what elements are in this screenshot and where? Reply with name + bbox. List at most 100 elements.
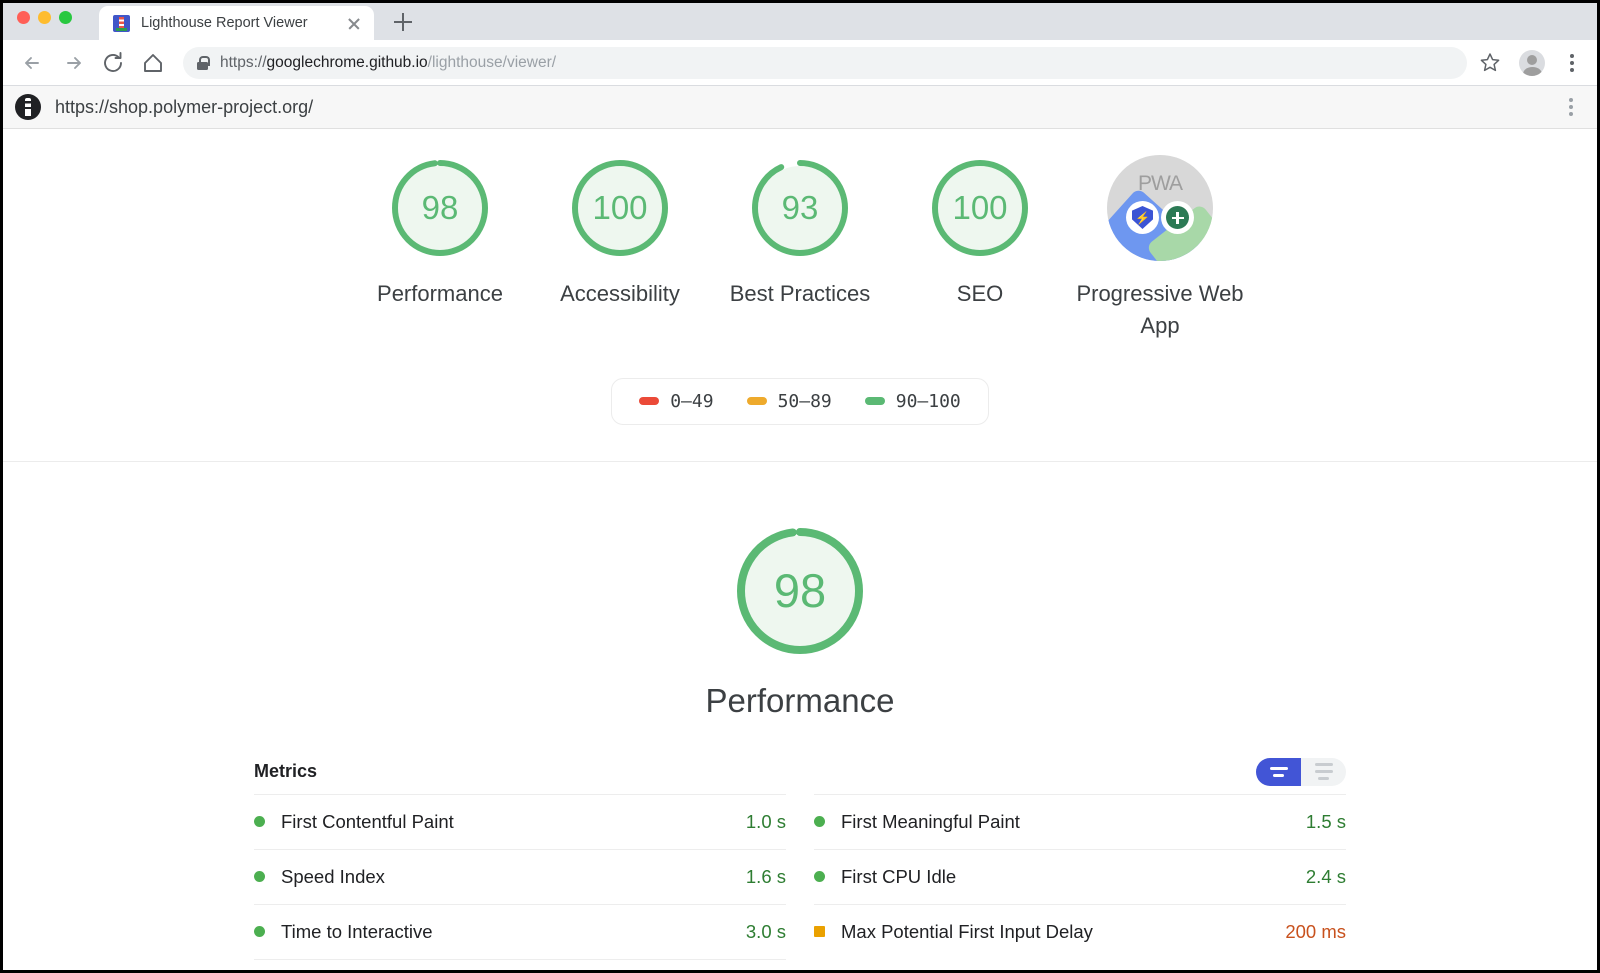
maximize-window-button[interactable] xyxy=(59,11,72,24)
legend-swatch-average xyxy=(746,397,767,406)
metric-row[interactable]: Time to Interactive 3.0 s xyxy=(254,903,786,959)
gauge-value-performance: 98 xyxy=(421,189,459,226)
simple-view-icon[interactable] xyxy=(1256,757,1301,786)
metric-row[interactable]: First Contentful Paint 1.0 s xyxy=(254,793,786,849)
legend-item-average: 50–89 xyxy=(746,390,832,412)
metrics-footnote: Values are estimated and may vary. xyxy=(254,960,786,970)
close-window-button[interactable] xyxy=(17,11,30,24)
status-badge xyxy=(254,871,265,883)
lighthouse-logo-icon xyxy=(15,94,41,120)
browser-toolbar: https://googlechrome.github.io/lighthous… xyxy=(3,40,1597,86)
tab-title: Lighthouse Report Viewer xyxy=(141,15,308,31)
legend-label-pass: 90–100 xyxy=(895,390,961,412)
metrics-column-right: First Meaningful Paint 1.5 s First CPU I… xyxy=(814,793,1346,970)
detailed-view-icon[interactable] xyxy=(1301,758,1346,786)
gauge-ring-accessibility: 100 xyxy=(567,155,673,261)
score-legend: 0–49 50–89 90–100 xyxy=(611,377,989,425)
gauge-label-best-practices: Best Practices xyxy=(729,281,871,306)
minimize-window-button[interactable] xyxy=(38,11,51,24)
kebab-menu-icon[interactable] xyxy=(1559,48,1585,78)
pwa-installable-icon xyxy=(1161,201,1194,234)
metric-value: 1.5 s xyxy=(1305,810,1346,832)
back-arrow-icon[interactable] xyxy=(15,45,51,81)
metrics-column-left: First Contentful Paint 1.0 s Speed Index… xyxy=(254,793,786,970)
category-score-gauges: 98 Performance 100 Accessibility 93 Best… xyxy=(3,129,1597,342)
shield-icon: ⚡ xyxy=(1132,206,1153,229)
url-text: https://googlechrome.github.io/lighthous… xyxy=(220,54,556,72)
gauge-label-accessibility: Accessibility xyxy=(560,281,680,306)
category-title: Performance xyxy=(705,681,895,719)
pwa-badge-icon: PWA ⚡ xyxy=(1107,155,1213,261)
legend-item-pass: 90–100 xyxy=(864,390,961,412)
gauge-ring-seo: 100 xyxy=(927,155,1033,261)
category-gauge: 98 xyxy=(731,522,869,660)
forward-arrow-icon[interactable] xyxy=(55,45,91,81)
metric-value: 200 ms xyxy=(1285,920,1346,942)
gauge-progressive-web-app[interactable]: PWA ⚡ Progressive Web App xyxy=(1070,155,1250,342)
legend-swatch-fail xyxy=(639,397,660,406)
metric-value: 2.4 s xyxy=(1305,865,1346,887)
gauge-ring-best-practices: 93 xyxy=(747,155,853,261)
address-bar[interactable]: https://googlechrome.github.io/lighthous… xyxy=(183,46,1467,79)
status-badge xyxy=(814,816,825,828)
status-badge xyxy=(814,926,825,938)
category-header: 98 Performance xyxy=(3,462,1597,720)
metric-name: First Contentful Paint xyxy=(281,810,454,832)
lighthouse-report: 98 Performance 100 Accessibility 93 Best… xyxy=(3,129,1597,969)
gauge-seo[interactable]: 100 SEO xyxy=(890,155,1070,342)
gauge-value-best-practices: 93 xyxy=(781,189,819,226)
status-badge xyxy=(254,926,265,938)
browser-tab[interactable]: Lighthouse Report Viewer xyxy=(99,6,374,40)
metrics-title: Metrics xyxy=(254,761,318,782)
reload-icon[interactable] xyxy=(95,45,131,81)
new-tab-icon[interactable] xyxy=(388,7,418,37)
pwa-fast-reliable-icon: ⚡ xyxy=(1126,201,1159,234)
gauge-accessibility[interactable]: 100 Accessibility xyxy=(530,155,710,342)
browser-window: Lighthouse Report Viewer https://googlec… xyxy=(0,0,1600,973)
lock-icon xyxy=(197,55,210,70)
metrics-columns: First Contentful Paint 1.0 s Speed Index… xyxy=(254,793,1346,970)
gauge-value-seo: 100 xyxy=(952,189,1008,226)
audited-url: https://shop.polymer-project.org/ xyxy=(55,96,314,117)
metric-name: First CPU Idle xyxy=(841,865,957,887)
category-score-value: 98 xyxy=(773,564,827,618)
gauge-ring-performance: 98 xyxy=(387,155,493,261)
legend-swatch-pass xyxy=(864,397,885,406)
gauge-best-practices[interactable]: 93 Best Practices xyxy=(710,155,890,342)
legend-label-fail: 0–49 xyxy=(670,390,714,412)
metric-value: 1.6 s xyxy=(745,865,786,887)
metric-row[interactable]: Max Potential First Input Delay 200 ms xyxy=(814,903,1346,959)
avatar[interactable] xyxy=(1519,49,1545,76)
metric-row[interactable]: First Meaningful Paint 1.5 s xyxy=(814,793,1346,849)
status-badge xyxy=(254,816,265,828)
star-icon[interactable] xyxy=(1479,52,1501,73)
metrics-header: Metrics xyxy=(254,757,1346,794)
metric-name: Max Potential First Input Delay xyxy=(841,920,1093,942)
metric-value: 3.0 s xyxy=(745,920,786,942)
gauge-value-accessibility: 100 xyxy=(592,189,648,226)
gauge-performance[interactable]: 98 Performance xyxy=(350,155,530,342)
metric-name: Speed Index xyxy=(281,865,385,887)
metric-row[interactable]: First CPU Idle 2.4 s xyxy=(814,848,1346,904)
close-icon[interactable] xyxy=(344,13,364,33)
metrics-view-toggle[interactable] xyxy=(1256,757,1346,786)
window-controls xyxy=(17,11,72,24)
metrics-section: Metrics First Contentful Paint 1.0 s Spe… xyxy=(254,757,1346,970)
metric-name: First Meaningful Paint xyxy=(841,810,1020,832)
metric-value: 1.0 s xyxy=(745,810,786,832)
gauge-label-seo: SEO xyxy=(956,281,1004,306)
url-scheme: https:// xyxy=(220,53,267,71)
metric-row[interactable]: Speed Index 1.6 s xyxy=(254,848,786,904)
metric-name: Time to Interactive xyxy=(281,920,433,942)
legend-label-average: 50–89 xyxy=(777,390,832,412)
plus-icon xyxy=(1166,206,1189,229)
lighthouse-favicon-icon xyxy=(113,14,130,32)
legend-item-fail: 0–49 xyxy=(639,390,714,412)
tab-strip: Lighthouse Report Viewer xyxy=(3,3,1597,40)
home-icon[interactable] xyxy=(135,45,171,81)
viewer-menu-icon[interactable] xyxy=(1559,93,1583,121)
score-legend-row: 0–49 50–89 90–100 xyxy=(3,377,1597,425)
gauge-label-performance: Performance xyxy=(377,281,503,306)
gauge-label-progressive-web-app: Progressive Web App xyxy=(1076,281,1244,338)
status-badge xyxy=(814,871,825,883)
